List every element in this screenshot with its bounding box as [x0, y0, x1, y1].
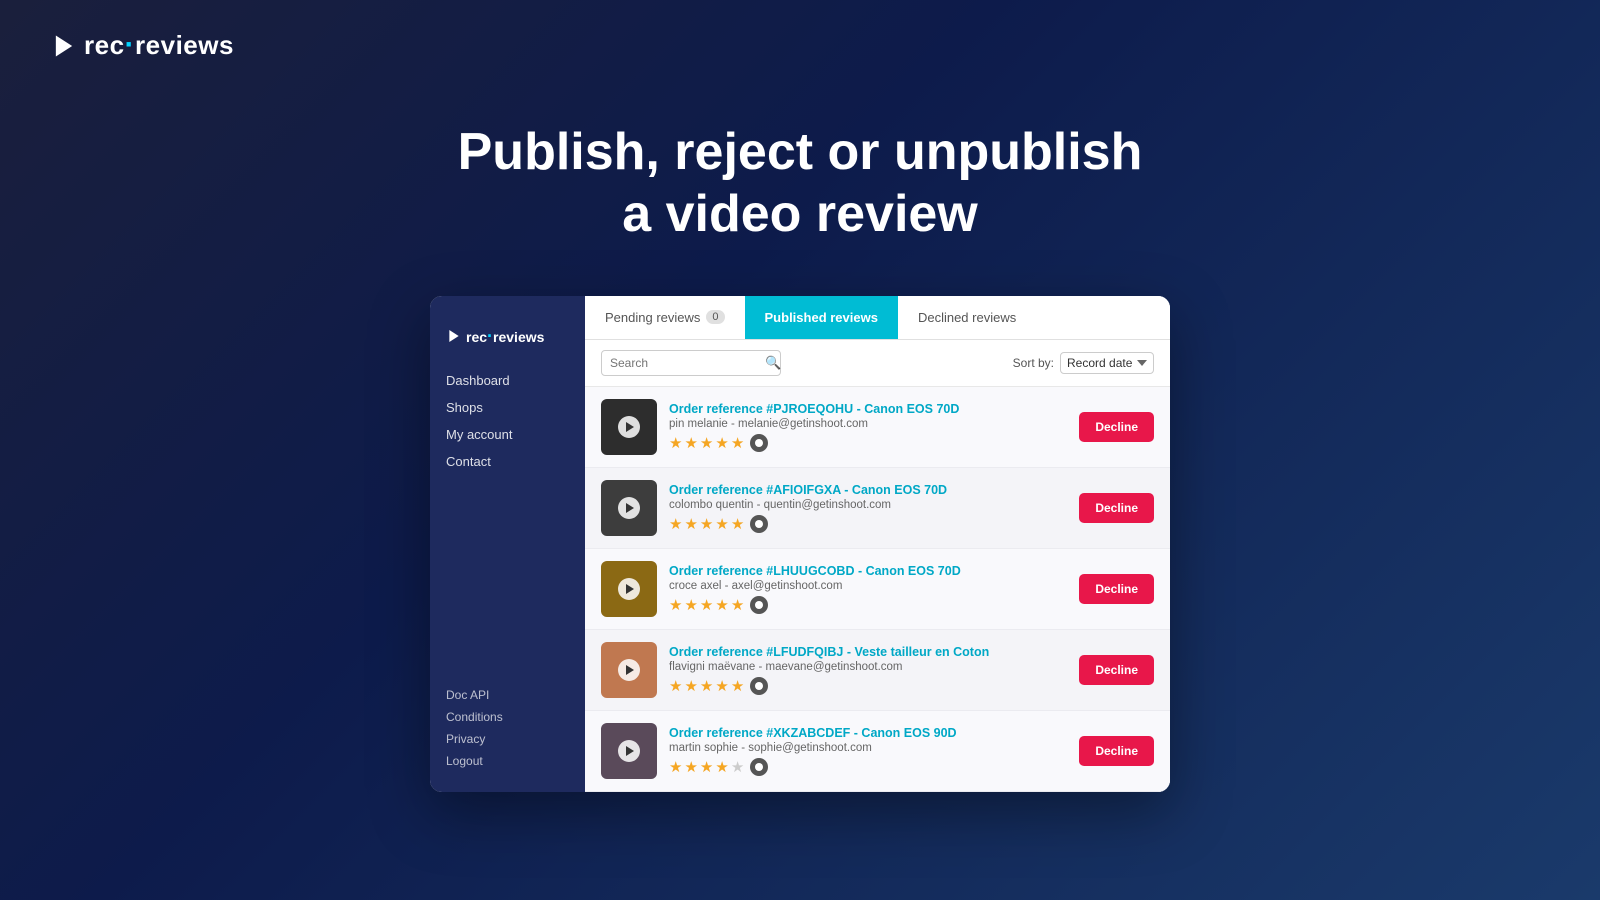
review-author: flavigni maëvane - maevane@getinshoot.co…	[669, 661, 1067, 673]
sidebar-footer: Doc API Conditions Privacy Logout	[430, 684, 585, 772]
sidebar-logo-text: rec·reviews	[466, 326, 544, 347]
decline-button[interactable]: Decline	[1079, 574, 1154, 604]
review-item: Order reference #LFUDFQIBJ - Veste taill…	[585, 630, 1170, 711]
play-button[interactable]	[618, 659, 640, 681]
sidebar: rec·reviews Dashboard Shops My account C…	[430, 296, 585, 792]
tab-declined[interactable]: Declined reviews	[898, 296, 1036, 339]
review-item: Order reference #XKZABCDEF - Canon EOS 9…	[585, 711, 1170, 792]
review-list: Order reference #PJROEQOHU - Canon EOS 7…	[585, 387, 1170, 792]
decline-button[interactable]: Decline	[1079, 655, 1154, 685]
sidebar-item-shops[interactable]: Shops	[446, 394, 569, 421]
review-info: Order reference #LFUDFQIBJ - Veste taill…	[669, 645, 1067, 695]
pending-badge: 0	[706, 310, 724, 324]
sidebar-logo: rec·reviews	[430, 316, 585, 367]
main-content: Pending reviews 0 Published reviews Decl…	[585, 296, 1170, 792]
play-icon	[626, 746, 634, 756]
review-info: Order reference #XKZABCDEF - Canon EOS 9…	[669, 726, 1067, 776]
review-info: Order reference #PJROEQOHU - Canon EOS 7…	[669, 402, 1067, 452]
logo-dot: ·	[125, 28, 136, 61]
review-author: croce axel - axel@getinshoot.com	[669, 580, 1067, 592]
sidebar-item-contact[interactable]: Contact	[446, 448, 569, 475]
sidebar-footer-privacy[interactable]: Privacy	[446, 728, 569, 750]
logo-icon	[50, 32, 78, 60]
sort-select[interactable]: Record date Rating Name	[1060, 352, 1154, 374]
review-item: Order reference #AFIOIFGXA - Canon EOS 7…	[585, 468, 1170, 549]
review-thumb[interactable]	[601, 642, 657, 698]
review-item: Order reference #PJROEQOHU - Canon EOS 7…	[585, 387, 1170, 468]
logo: rec·reviews	[50, 30, 234, 61]
toolbar: 🔍 Sort by: Record date Rating Name	[585, 340, 1170, 387]
card-container: rec·reviews Dashboard Shops My account C…	[0, 296, 1600, 792]
sidebar-footer-logout[interactable]: Logout	[446, 750, 569, 772]
sidebar-item-my-account[interactable]: My account	[446, 421, 569, 448]
review-title: Order reference #AFIOIFGXA - Canon EOS 7…	[669, 483, 1067, 497]
main-card: rec·reviews Dashboard Shops My account C…	[430, 296, 1170, 792]
review-thumb[interactable]	[601, 723, 657, 779]
review-title: Order reference #LFUDFQIBJ - Veste taill…	[669, 645, 1067, 659]
comment-icon[interactable]	[750, 758, 768, 776]
tab-pending[interactable]: Pending reviews 0	[585, 296, 745, 339]
review-thumb[interactable]	[601, 399, 657, 455]
review-thumb[interactable]	[601, 561, 657, 617]
review-author: martin sophie - sophie@getinshoot.com	[669, 742, 1067, 754]
comment-icon[interactable]	[750, 434, 768, 452]
review-item: Order reference #LHUUGCOBD - Canon EOS 7…	[585, 549, 1170, 630]
review-author: colombo quentin - quentin@getinshoot.com	[669, 499, 1067, 511]
header: rec·reviews	[0, 0, 1600, 91]
play-icon	[626, 665, 634, 675]
review-info: Order reference #AFIOIFGXA - Canon EOS 7…	[669, 483, 1067, 533]
sort-container: Sort by: Record date Rating Name	[1013, 352, 1154, 374]
review-title: Order reference #LHUUGCOBD - Canon EOS 7…	[669, 564, 1067, 578]
play-button[interactable]	[618, 497, 640, 519]
hero-title: Publish, reject or unpublish a video rev…	[0, 121, 1600, 246]
play-button[interactable]	[618, 740, 640, 762]
search-box[interactable]: 🔍	[601, 350, 781, 376]
decline-button[interactable]: Decline	[1079, 412, 1154, 442]
play-icon	[626, 584, 634, 594]
comment-icon[interactable]	[750, 515, 768, 533]
sidebar-item-dashboard[interactable]: Dashboard	[446, 367, 569, 394]
comment-icon[interactable]	[750, 596, 768, 614]
review-stars: ★ ★ ★ ★ ★	[669, 677, 1067, 695]
decline-button[interactable]: Decline	[1079, 493, 1154, 523]
review-info: Order reference #LHUUGCOBD - Canon EOS 7…	[669, 564, 1067, 614]
hero-section: Publish, reject or unpublish a video rev…	[0, 91, 1600, 296]
sidebar-logo-icon	[446, 328, 462, 344]
review-title: Order reference #PJROEQOHU - Canon EOS 7…	[669, 402, 1067, 416]
logo-text: rec·reviews	[84, 30, 234, 61]
review-title: Order reference #XKZABCDEF - Canon EOS 9…	[669, 726, 1067, 740]
review-thumb[interactable]	[601, 480, 657, 536]
review-stars: ★ ★ ★ ★ ★	[669, 758, 1067, 776]
search-icon: 🔍	[765, 355, 781, 371]
search-input[interactable]	[610, 356, 765, 370]
play-button[interactable]	[618, 416, 640, 438]
sidebar-nav: Dashboard Shops My account Contact	[430, 367, 585, 684]
play-icon	[626, 503, 634, 513]
sidebar-footer-conditions[interactable]: Conditions	[446, 706, 569, 728]
review-stars: ★ ★ ★ ★ ★	[669, 434, 1067, 452]
tab-published[interactable]: Published reviews	[745, 296, 898, 339]
tabs-bar: Pending reviews 0 Published reviews Decl…	[585, 296, 1170, 340]
play-button[interactable]	[618, 578, 640, 600]
review-stars: ★ ★ ★ ★ ★	[669, 515, 1067, 533]
review-author: pin melanie - melanie@getinshoot.com	[669, 418, 1067, 430]
play-icon	[626, 422, 634, 432]
sort-label: Sort by:	[1013, 356, 1054, 370]
comment-icon[interactable]	[750, 677, 768, 695]
decline-button[interactable]: Decline	[1079, 736, 1154, 766]
review-stars: ★ ★ ★ ★ ★	[669, 596, 1067, 614]
sidebar-footer-doc-api[interactable]: Doc API	[446, 684, 569, 706]
